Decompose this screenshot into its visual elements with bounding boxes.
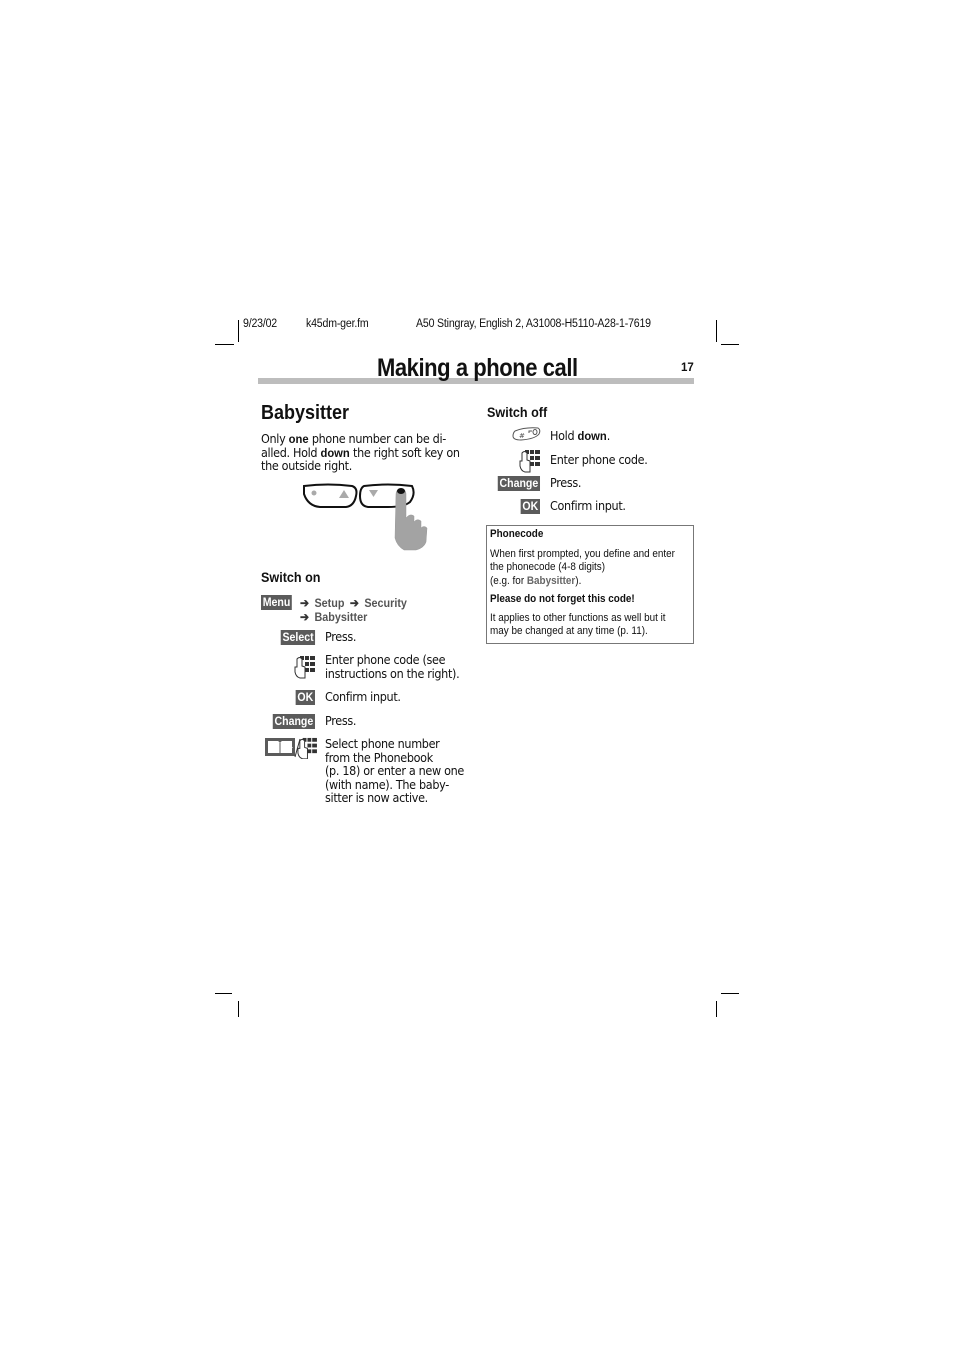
step-text: Confirm input. (550, 499, 626, 513)
crop-mark-bottom-left-h (215, 993, 232, 994)
svg-text:#: # (519, 432, 525, 440)
subheading-switch-off: Switch off (487, 404, 548, 420)
softkey-illustration (300, 480, 430, 552)
crop-mark-top-right-v (716, 320, 717, 342)
note-para1-line1: When first prompted, you define and ente… (490, 548, 675, 560)
babysitter-intro: Only one phone number can be di- alled. … (261, 432, 473, 474)
select-softkey[interactable]: Select (280, 630, 315, 645)
step-text: Press. (550, 476, 582, 490)
note-para2-line1: It applies to other functions as well bu… (490, 612, 666, 624)
crop-mark-top-left-h (215, 344, 234, 345)
step-text: Enter phone code. (550, 453, 648, 467)
arrow-icon: ➔ (349, 596, 359, 610)
keypad-icon (519, 449, 541, 473)
change-softkey[interactable]: Change (272, 714, 315, 729)
step-text: Press. (325, 714, 357, 728)
step-text: Confirm input. (325, 690, 401, 704)
path-item-babysitter[interactable]: Babysitter (314, 610, 367, 624)
note-para1-line2: the phonecode (4-8 digits) (490, 561, 606, 573)
crop-mark-top-right-h (721, 344, 739, 345)
path-item-security[interactable]: Security (364, 596, 407, 610)
subheading-switch-on: Switch on (261, 569, 321, 585)
keypad-icon (294, 655, 316, 679)
path-item-setup[interactable]: Setup (314, 596, 344, 610)
header-date: 9/23/02 (243, 318, 278, 330)
note-warning: Please do not forget this code! (490, 593, 635, 605)
phonebook-icon (265, 738, 295, 756)
note-para2-line2: may be changed at any time (p. 11). (490, 625, 648, 637)
intro-line-1: Only one phone number can be di- (261, 432, 446, 446)
crop-mark-bottom-right-h (721, 993, 739, 994)
menu-path-continued: ➔ Babysitter (300, 610, 367, 624)
section-heading-babysitter: Babysitter (261, 402, 350, 424)
note-para1-line3: (e.g. for Babysitter). (490, 575, 582, 587)
arrow-icon: ➔ (300, 596, 310, 610)
menu-softkey[interactable]: Menu (261, 595, 293, 610)
step-text: Hold down. (550, 429, 611, 443)
header-doc-ref: A50 Stingray, English 2, A31008-H5110-A2… (416, 318, 651, 330)
softkey-left-icon (303, 483, 358, 508)
intro-line-2: alled. Hold down the right soft key on (261, 445, 460, 460)
ok-softkey[interactable]: OK (295, 690, 315, 705)
crop-mark-bottom-right-v (716, 1001, 717, 1017)
note-title: Phonecode (490, 528, 544, 540)
menu-path: ➔ Setup ➔ Security (300, 596, 407, 610)
crop-mark-top-left-v (238, 320, 239, 342)
intro-line-3: the outside right. (261, 459, 352, 474)
arrow-icon: ➔ (300, 610, 310, 624)
crop-mark-bottom-left-v (238, 1001, 239, 1017)
change-softkey[interactable]: Change (497, 476, 540, 491)
page-number: 17 (681, 362, 694, 374)
keypad-icon (297, 737, 317, 759)
ok-softkey[interactable]: OK (520, 499, 540, 514)
phonecode-note-box: Phonecode When first prompted, you defin… (486, 525, 694, 644)
hash-key-icon: # (511, 426, 541, 442)
page-title: Making a phone call (377, 354, 578, 382)
step-text: Select phone number from the Phonebook (… (325, 737, 465, 806)
step-text: Press. (325, 630, 357, 644)
header-filename: k45dm-ger.fm (306, 318, 369, 330)
phonebook-or-keypad-icon (265, 737, 319, 759)
step-text: Enter phone code (see instructions on th… (325, 653, 460, 681)
